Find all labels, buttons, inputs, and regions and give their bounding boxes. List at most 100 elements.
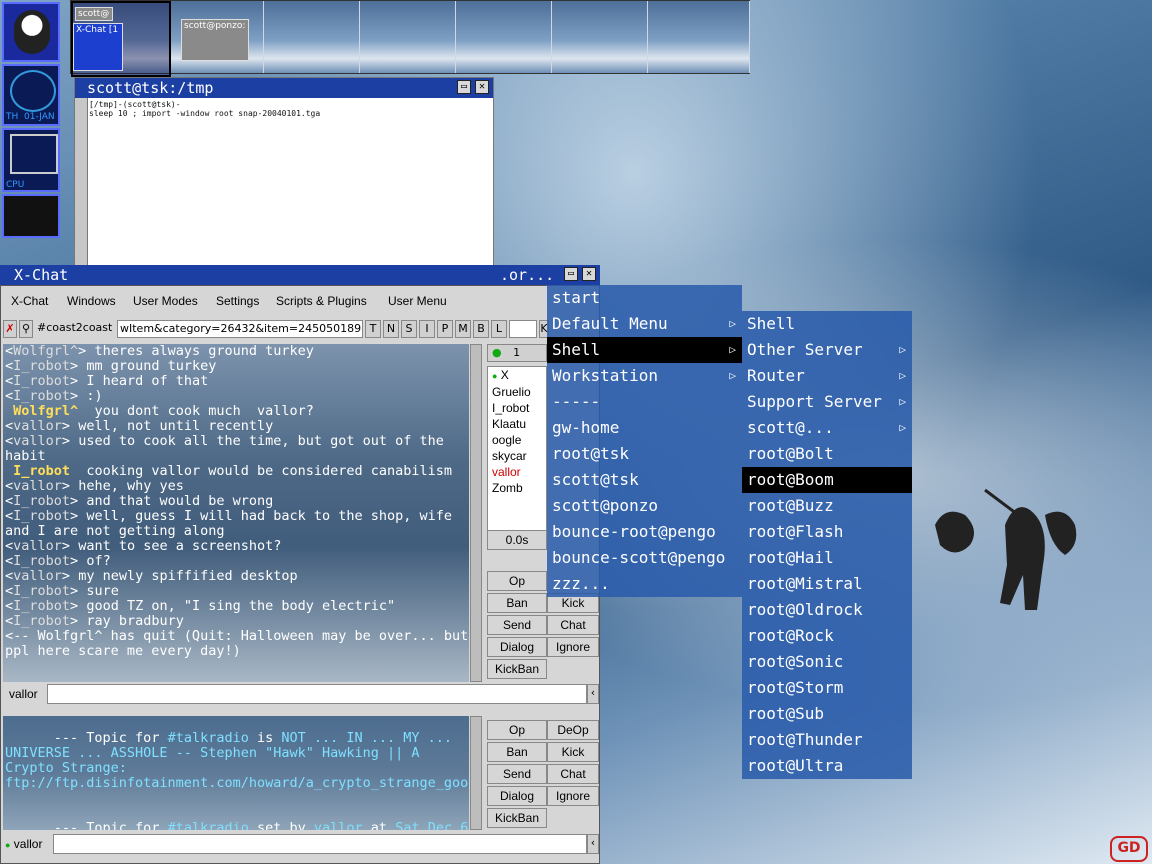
menu-settings[interactable]: Settings — [216, 294, 259, 308]
mode-b-button[interactable]: B — [473, 320, 489, 338]
ignore-button[interactable]: Ignore — [547, 637, 599, 657]
root-menu-shell[interactable]: Shell ▷ — [547, 337, 742, 363]
shell-menu-root-thunder[interactable]: root@Thunder — [742, 727, 912, 753]
shell-menu-root-storm[interactable]: root@Storm — [742, 675, 912, 701]
close-tab-icon[interactable]: ✗ — [3, 320, 17, 338]
send-button[interactable]: Send — [487, 615, 547, 635]
terminal-scrollbar[interactable] — [75, 98, 88, 276]
shell-menu-router[interactable]: Router ▷ — [742, 363, 912, 389]
root-menu-scott-tsk[interactable]: scott@tsk — [547, 467, 742, 493]
user-list-item[interactable]: vallor — [488, 464, 546, 480]
shell-menu-root-buzz[interactable]: root@Buzz — [742, 493, 912, 519]
root-menu-default[interactable]: Default Menu ▷ — [547, 311, 742, 337]
chat-button[interactable]: Chat — [547, 615, 599, 635]
topic-scrollbar[interactable] — [470, 716, 482, 830]
chat-nick[interactable]: vallor — [13, 433, 62, 449]
root-menu-workstation[interactable]: Workstation ▷ — [547, 363, 742, 389]
user-list-item[interactable]: Gruelio — [488, 384, 546, 400]
limit-field[interactable] — [509, 320, 537, 338]
kickban-button-2[interactable]: KickBan — [487, 808, 547, 828]
pager-desk-6[interactable] — [551, 1, 648, 73]
xchat-close-button[interactable]: ✕ — [582, 267, 596, 281]
chat-nick[interactable]: I_robot — [13, 583, 70, 599]
mode-t-button[interactable]: T — [365, 320, 381, 338]
terminal-window[interactable]: scott@tsk:/tmp ▭ ✕ [/tmp]-(scott@tsk)- s… — [74, 77, 494, 277]
menu-scripts-plugins[interactable]: Scripts & Plugins — [276, 294, 367, 308]
kick-button-2[interactable]: Kick — [547, 742, 599, 762]
root-menu-bounce-root[interactable]: bounce-root@pengo — [547, 519, 742, 545]
xchat-maximize-button[interactable]: ▭ — [564, 267, 578, 281]
mode-n-button[interactable]: N — [383, 320, 399, 338]
user-list[interactable]: ● X Gruelio I_robot Klaatu oogle skycar … — [487, 366, 547, 531]
shell-menu-root-ultra[interactable]: root@Ultra — [742, 753, 912, 779]
maximize-button[interactable]: ▭ — [457, 80, 471, 94]
chat-nick[interactable]: I_robot — [13, 463, 70, 479]
user-list-item[interactable]: I_robot — [488, 400, 546, 416]
pager-desk-5[interactable] — [455, 1, 552, 73]
chat-nick[interactable]: vallor — [13, 568, 62, 584]
user-list-item[interactable]: ● X — [488, 367, 546, 384]
menu-xchat[interactable]: X-Chat — [11, 294, 48, 308]
root-menu-zzz[interactable]: zzz... — [547, 571, 742, 597]
shell-menu-scott[interactable]: scott@... ▷ — [742, 415, 912, 441]
shell-menu-root-flash[interactable]: root@Flash — [742, 519, 912, 545]
deop-button[interactable]: DeOp — [547, 720, 599, 740]
message-input-2[interactable] — [53, 834, 587, 854]
shell-menu-root-bolt[interactable]: root@Bolt — [742, 441, 912, 467]
close-button[interactable]: ✕ — [475, 80, 489, 94]
chat-nick[interactable]: I_robot — [13, 388, 70, 404]
user-list-item[interactable]: Zomb — [488, 480, 546, 496]
pager-desk-3[interactable] — [263, 1, 360, 73]
chat-nick[interactable]: I_robot — [13, 373, 70, 389]
chat-nick[interactable]: vallor — [13, 418, 62, 434]
root-menu-root-tsk[interactable]: root@tsk — [547, 441, 742, 467]
pager-mini-window-1[interactable]: scott@ — [75, 7, 113, 21]
mode-p-button[interactable]: P — [437, 320, 453, 338]
dialog-button[interactable]: Dialog — [487, 637, 547, 657]
shell-menu-other-server[interactable]: Other Server ▷ — [742, 337, 912, 363]
shell-menu-root-sonic[interactable]: root@Sonic — [742, 649, 912, 675]
menu-windows[interactable]: Windows — [67, 294, 116, 308]
shell-menu-root-boom[interactable]: root@Boom — [742, 467, 912, 493]
user-list-item[interactable]: Klaatu — [488, 416, 546, 432]
chat-nick[interactable]: I_robot — [13, 508, 70, 524]
nick-label-2[interactable]: ● vallor — [5, 837, 42, 851]
pin-icon[interactable]: ⚲ — [19, 320, 33, 338]
op-button[interactable]: Op — [487, 571, 547, 591]
message-input[interactable] — [47, 684, 587, 704]
ignore-button-2[interactable]: Ignore — [547, 786, 599, 806]
user-list-item[interactable]: oogle — [488, 432, 546, 448]
chat-nick[interactable]: vallor — [13, 538, 62, 554]
root-menu-gw-home[interactable]: gw-home — [547, 415, 742, 441]
chat-button-2[interactable]: Chat — [547, 764, 599, 784]
nick-label[interactable]: vallor — [9, 687, 38, 701]
op-button-2[interactable]: Op — [487, 720, 547, 740]
topic-field[interactable]: wItem&category=26432&item=2450501898 — [117, 320, 363, 338]
desktop-pager[interactable]: scott@ X-Chat [1 scott@ponzo: — [70, 0, 750, 77]
pager-mini-window-3[interactable]: scott@ponzo: — [181, 19, 249, 61]
mode-s-button[interactable]: S — [401, 320, 417, 338]
ban-button-2[interactable]: Ban — [487, 742, 547, 762]
shell-menu-root-oldrock[interactable]: root@Oldrock — [742, 597, 912, 623]
pager-mini-window-2[interactable]: X-Chat [1 — [73, 23, 123, 71]
terminal-titlebar[interactable]: scott@tsk:/tmp ▭ ✕ — [75, 78, 493, 98]
chat-nick[interactable]: I_robot — [13, 358, 70, 374]
user-list-item[interactable]: skycar — [488, 448, 546, 464]
shell-menu-root-sub[interactable]: root@Sub — [742, 701, 912, 727]
chat-nick[interactable]: Wolfgrl^ — [13, 403, 78, 419]
mode-i-button[interactable]: I — [419, 320, 435, 338]
chat-nick[interactable]: I_robot — [13, 613, 70, 629]
chat-nick[interactable]: I_robot — [13, 598, 70, 614]
mode-m-button[interactable]: M — [455, 320, 471, 338]
shell-menu-root-rock[interactable]: root@Rock — [742, 623, 912, 649]
root-menu-scott-ponzo[interactable]: scott@ponzo — [547, 493, 742, 519]
dock-debian-tile[interactable] — [2, 2, 60, 62]
input-arrow-icon[interactable]: ‹ — [587, 684, 599, 704]
mode-l-button[interactable]: L — [491, 320, 507, 338]
shell-menu-root-mistral[interactable]: root@Mistral — [742, 571, 912, 597]
root-menu-bounce-scott[interactable]: bounce-scott@pengo — [547, 545, 742, 571]
ban-button[interactable]: Ban — [487, 593, 547, 613]
input-arrow-icon-2[interactable]: ‹ — [587, 834, 599, 854]
pager-desk-7[interactable] — [647, 1, 750, 73]
chat-nick[interactable]: Wolfgrl^ — [13, 344, 78, 359]
